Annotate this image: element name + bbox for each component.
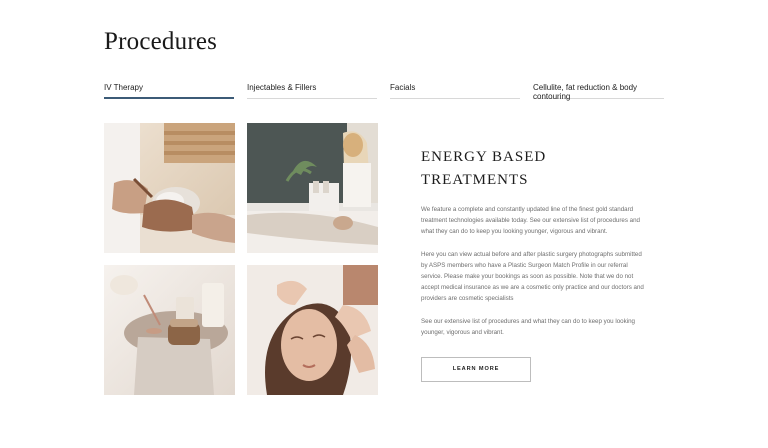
tab-cellulite-body-contouring[interactable]: Cellulite, fat reduction & body contouri… bbox=[533, 80, 664, 101]
section-heading-line-1: Energy Based bbox=[421, 149, 547, 165]
treatment-details: Energy Based Treatments We feature a com… bbox=[421, 146, 651, 338]
description-paragraph: See our extensive list of procedures and… bbox=[421, 317, 635, 336]
procedure-tabs: IV Therapy Injectables & Fillers Facials… bbox=[104, 80, 664, 101]
tab-label: Facials bbox=[390, 83, 416, 92]
face-massage-photo bbox=[247, 265, 378, 395]
massage-room-photo bbox=[247, 123, 378, 253]
tab-facials[interactable]: Facials bbox=[390, 80, 520, 99]
description-paragraph: We feature a complete and constantly upd… bbox=[421, 206, 640, 236]
page-title: Procedures bbox=[104, 28, 218, 55]
facial-mask-photo bbox=[104, 123, 235, 253]
candles-spa-photo bbox=[104, 265, 235, 395]
section-heading: Energy Based Treatments bbox=[421, 146, 651, 192]
tab-label: Cellulite, fat reduction & body contouri… bbox=[533, 83, 638, 101]
description-paragraph: Here you can view actual before and afte… bbox=[421, 250, 644, 303]
tab-label: IV Therapy bbox=[104, 83, 143, 92]
tab-iv-therapy[interactable]: IV Therapy bbox=[104, 80, 234, 99]
learn-more-button[interactable]: Learn More bbox=[421, 357, 531, 382]
tab-label: Injectables & Fillers bbox=[247, 83, 317, 92]
tab-injectables-fillers[interactable]: Injectables & Fillers bbox=[247, 80, 377, 99]
section-heading-line-2: Treatments bbox=[421, 172, 529, 188]
